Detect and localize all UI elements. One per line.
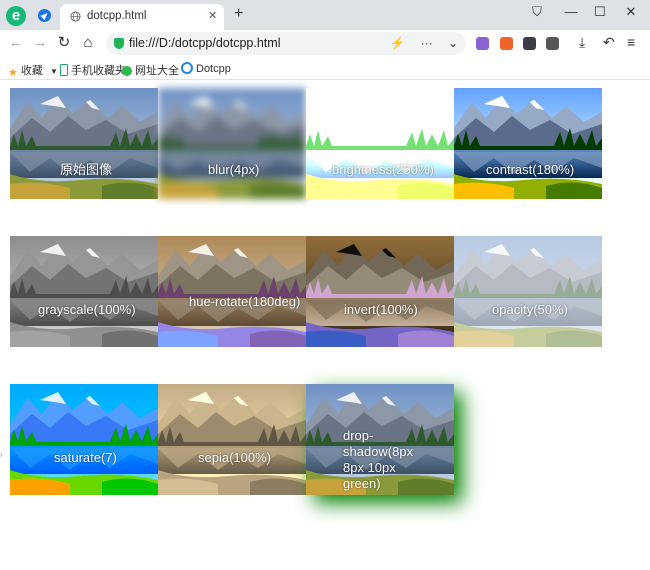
navigation-icon[interactable] xyxy=(38,9,51,22)
extension-icon[interactable] xyxy=(476,37,489,50)
star-icon: ★ xyxy=(8,67,18,79)
menu-icon[interactable]: ≡ xyxy=(627,34,635,50)
filter-image-card: blur(4px) xyxy=(158,88,306,199)
dropdown-icon[interactable]: ⌄ xyxy=(448,36,458,50)
apps-grid-icon[interactable] xyxy=(546,37,559,50)
filter-image-card: drop-shadow(8px 8px 10px green) xyxy=(306,384,454,495)
filter-caption: opacity(50%) xyxy=(492,302,568,317)
filter-image-card: saturate(7) xyxy=(10,384,158,495)
new-tab-button[interactable]: + xyxy=(234,6,243,22)
bookmark-label: 手机收藏夹 xyxy=(71,65,126,77)
filter-caption: saturate(7) xyxy=(54,450,117,465)
filter-image-card: invert(100%) xyxy=(306,236,454,347)
bookmark-favorites[interactable]: ★ 收藏 ▼ xyxy=(8,62,58,79)
filter-caption: hue-rotate(180deg) xyxy=(189,294,301,309)
bookmark-label: 网址大全 xyxy=(135,65,179,77)
game-icon[interactable] xyxy=(500,37,513,50)
filter-gallery: 原始图像 blur(4px) brightness(250%) contrast… xyxy=(0,80,650,570)
filter-caption: brightness(250%) xyxy=(332,162,434,177)
bookmark-sites[interactable]: 网址大全 xyxy=(122,62,179,78)
bookmark-mobile[interactable]: 手机收藏夹 xyxy=(60,62,126,78)
sidebar-toggle-icon[interactable]: › xyxy=(0,450,3,459)
filter-caption: drop-shadow(8px 8px 10px green) xyxy=(343,428,414,491)
filter-image-card: 原始图像 xyxy=(10,88,158,199)
browser-logo-icon[interactable]: e xyxy=(6,6,26,26)
filter-image-card: contrast(180%) xyxy=(454,88,602,199)
filter-image-card: hue-rotate(180deg) xyxy=(158,236,306,347)
undo-icon[interactable]: ↶ xyxy=(603,34,615,51)
reload-button[interactable]: ↻ xyxy=(55,34,73,52)
address-bar[interactable]: file:///D:/dotcpp/dotcpp.html ⚡ ··· ⌄ xyxy=(106,32,466,55)
toolbar: ← → ↻ ⌂ file:///D:/dotcpp/dotcpp.html ⚡ … xyxy=(0,30,650,58)
bookmark-dotcpp[interactable]: Dotcpp xyxy=(181,62,231,75)
filter-caption: blur(4px) xyxy=(208,162,260,177)
landscape-image xyxy=(306,88,454,199)
back-button[interactable]: ← xyxy=(7,34,25,52)
tab-close-icon[interactable]: ✕ xyxy=(208,9,217,22)
globe-icon xyxy=(70,11,81,22)
browser-tab[interactable]: dotcpp.html ✕ xyxy=(60,4,224,30)
dotcpp-icon xyxy=(181,62,193,74)
globe-icon xyxy=(122,66,132,76)
filter-image-card: grayscale(100%) xyxy=(10,236,158,347)
home-button[interactable]: ⌂ xyxy=(79,34,97,52)
landscape-image xyxy=(306,236,454,347)
filter-caption: grayscale(100%) xyxy=(38,302,136,317)
landscape-image xyxy=(10,236,158,347)
filter-image-card: opacity(50%) xyxy=(454,236,602,347)
more-icon[interactable]: ··· xyxy=(421,36,433,50)
landscape-image xyxy=(454,236,602,347)
lightning-icon[interactable]: ⚡ xyxy=(390,36,405,50)
filter-caption: sepia(100%) xyxy=(198,450,271,465)
filter-caption: contrast(180%) xyxy=(486,162,575,177)
filter-image-card: brightness(250%) xyxy=(306,88,454,199)
filter-caption: invert(100%) xyxy=(344,302,418,317)
bookmarks-bar: ★ 收藏 ▼ 手机收藏夹 网址大全 Dotcpp xyxy=(0,58,650,80)
minimize-button[interactable]: — xyxy=(561,4,581,19)
skin-icon[interactable]: ⛉ xyxy=(527,4,547,20)
caret-down-icon: ▼ xyxy=(49,67,58,76)
forward-button[interactable]: → xyxy=(31,34,49,52)
close-window-button[interactable]: ✕ xyxy=(621,4,641,20)
landscape-image xyxy=(10,88,158,199)
landscape-image xyxy=(158,384,306,495)
landscape-image xyxy=(158,236,306,347)
address-input[interactable]: file:///D:/dotcpp/dotcpp.html xyxy=(129,36,280,50)
landscape-image xyxy=(10,384,158,495)
screenshot-icon[interactable] xyxy=(523,37,536,50)
bookmark-label: 收藏 xyxy=(20,65,43,77)
landscape-image xyxy=(454,88,602,199)
filter-image-card: sepia(100%) xyxy=(158,384,306,495)
download-icon[interactable]: ⤓ xyxy=(579,34,585,51)
landscape-image xyxy=(158,88,306,199)
filter-caption: 原始图像 xyxy=(60,162,113,177)
title-bar: e dotcpp.html ✕ + ⛉ — ☐ ✕ xyxy=(0,0,650,30)
phone-icon xyxy=(60,64,68,76)
tab-title: dotcpp.html xyxy=(87,10,147,22)
secure-shield-icon xyxy=(114,38,124,49)
maximize-button[interactable]: ☐ xyxy=(590,4,610,20)
bookmark-label: Dotcpp xyxy=(196,63,231,75)
